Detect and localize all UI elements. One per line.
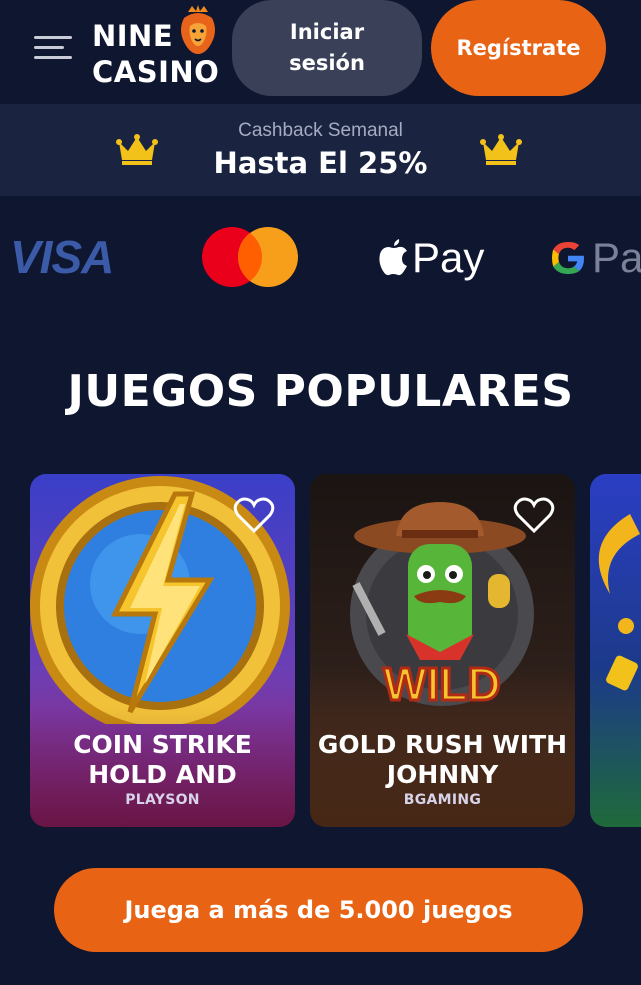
logo-word-nine: NINE [92,19,174,53]
logo[interactable]: NINE CASINO [92,5,222,89]
heart-icon[interactable] [233,496,275,534]
apple-icon [379,239,407,276]
apple-pay-label: Pay [412,234,485,281]
games-carousel[interactable]: COIN STRIKE HOLD AND PLAYSON WILD GOLD R… [0,474,641,828]
crown-icon [480,134,522,165]
game-thumbnail [598,514,640,691]
svg-text:WILD: WILD [383,658,501,710]
header: NINE CASINO Iniciar sesión Regístrate [0,0,641,104]
payment-methods: VISA Pay Pa [0,196,641,321]
cashback-banner[interactable]: Cashback Semanal Hasta El 25% [0,104,641,196]
lion-icon [181,5,215,54]
game-provider: BGAMING [403,792,482,808]
section-title: JUEGOS POPULARES [67,366,574,417]
game-provider: PLAYSON [125,792,200,808]
visa-logo: VISA [10,231,114,283]
mastercard-logo [202,227,298,287]
cashback-value: Hasta El 25% [213,146,428,180]
cashback-title: Cashback Semanal [238,120,403,141]
apple-pay-logo: Pay [378,234,484,282]
play-games-button[interactable]: Juega a más de 5.000 juegos [54,868,583,952]
google-icon [552,241,584,274]
menu-icon[interactable] [34,34,72,62]
register-button[interactable]: Regístrate [431,0,606,96]
game-title: GOLD RUSH WITH JOHNNY [317,730,568,789]
logo-word-casino: CASINO [92,55,220,89]
google-pay-label: Pa [592,234,641,281]
game-card[interactable]: WILD GOLD RUSH WITH JOHNNY BGAMING [310,474,575,827]
game-title: COIN STRIKE HOLD AND [73,730,252,789]
heart-icon[interactable] [513,496,555,534]
google-pay-logo: Pa [548,234,641,282]
game-card[interactable]: COIN STRIKE HOLD AND PLAYSON [30,474,295,827]
game-card[interactable] [590,474,641,827]
login-button[interactable]: Iniciar sesión [232,0,422,96]
